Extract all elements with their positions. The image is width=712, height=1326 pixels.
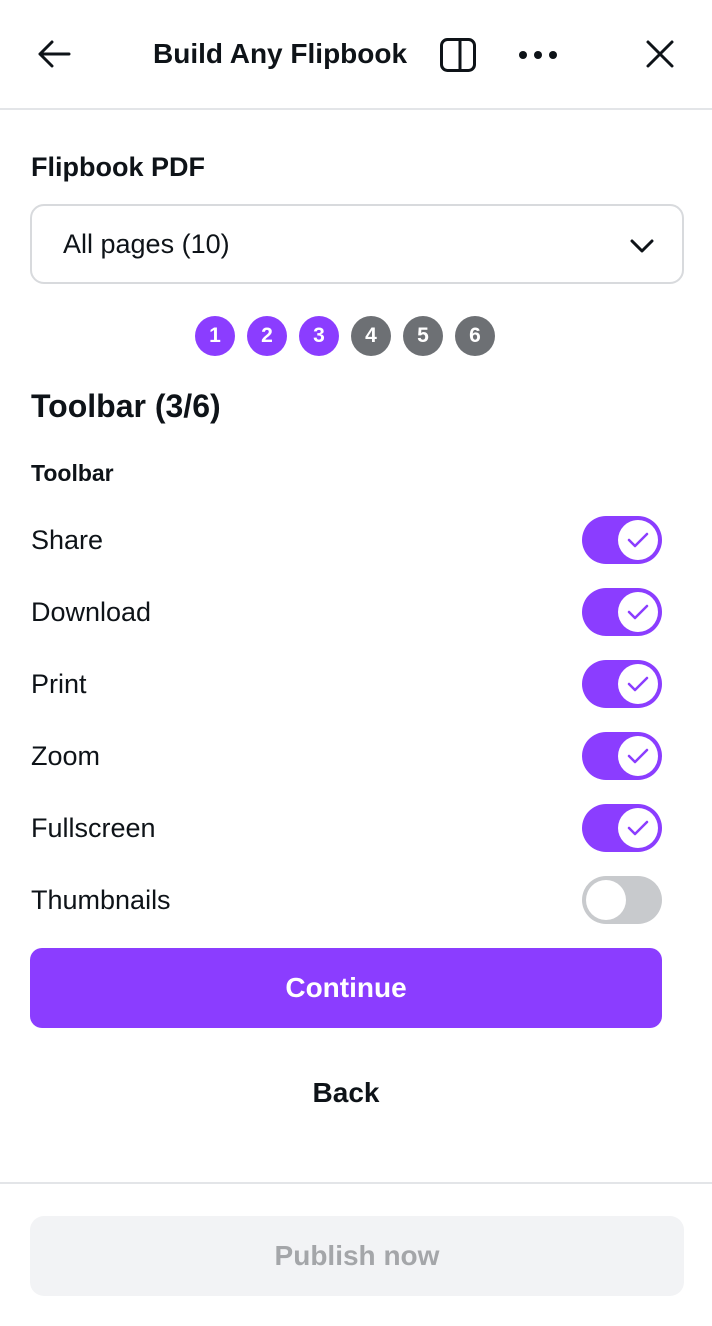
toggle-knob xyxy=(618,592,658,632)
arrow-left-icon xyxy=(38,40,71,68)
toggle-row-download: Download xyxy=(31,588,662,636)
toggle-label-fullscreen: Fullscreen xyxy=(31,813,156,843)
chevron-down-icon xyxy=(630,239,654,253)
toggle-row-print: Print xyxy=(31,660,662,708)
step-indicator: 1 2 3 4 5 6 xyxy=(195,316,495,356)
thumbnails-toggle[interactable] xyxy=(582,876,662,924)
print-toggle[interactable] xyxy=(582,660,662,708)
toggle-knob xyxy=(618,664,658,704)
toggle-label-zoom: Zoom xyxy=(31,741,101,771)
back-button[interactable]: Back xyxy=(30,1068,662,1118)
flipbook-pdf-label: Flipbook PDF xyxy=(31,152,205,182)
step-4: 4 xyxy=(351,316,391,356)
check-icon xyxy=(627,748,649,764)
header: Build Any Flipbook xyxy=(0,0,712,110)
more-icon xyxy=(519,51,557,59)
back-arrow-button[interactable] xyxy=(30,30,78,78)
toggle-label-share: Share xyxy=(31,525,104,555)
check-icon xyxy=(627,532,649,548)
step-1: 1 xyxy=(195,316,235,356)
side-panel-button[interactable] xyxy=(434,32,482,78)
page-range-select[interactable]: All pages (10) xyxy=(30,204,684,284)
toggle-label-thumbnails: Thumbnails xyxy=(31,885,171,915)
toggle-knob xyxy=(618,808,658,848)
step-2: 2 xyxy=(247,316,287,356)
toggle-row-share: Share xyxy=(31,516,662,564)
toggle-knob xyxy=(586,880,626,920)
toggle-knob xyxy=(618,736,658,776)
footer-divider xyxy=(0,1182,712,1184)
fullscreen-toggle[interactable] xyxy=(582,804,662,852)
toggle-label-print: Print xyxy=(31,669,87,699)
toggle-row-zoom: Zoom xyxy=(31,732,662,780)
more-options-button[interactable] xyxy=(514,32,562,78)
zoom-toggle[interactable] xyxy=(582,732,662,780)
toggle-knob xyxy=(618,520,658,560)
continue-button[interactable]: Continue xyxy=(30,948,662,1028)
toggle-row-thumbnails: Thumbnails xyxy=(31,876,662,924)
check-icon xyxy=(627,604,649,620)
toggle-label-download: Download xyxy=(31,597,152,627)
share-toggle[interactable] xyxy=(582,516,662,564)
toggle-row-fullscreen: Fullscreen xyxy=(31,804,662,852)
publish-now-button[interactable]: Publish now xyxy=(30,1216,684,1296)
panel-title: Build Any Flipbook xyxy=(153,38,408,69)
close-button[interactable] xyxy=(636,30,684,78)
close-icon xyxy=(646,40,674,68)
step-6: 6 xyxy=(455,316,495,356)
toolbar-heading: Toolbar xyxy=(31,460,114,486)
step-3: 3 xyxy=(299,316,339,356)
check-icon xyxy=(627,676,649,692)
side-panel-icon xyxy=(440,38,476,72)
step-5: 5 xyxy=(403,316,443,356)
check-icon xyxy=(627,820,649,836)
page-range-value: All pages (10) xyxy=(63,228,230,259)
step-title: Toolbar (3/6) xyxy=(31,388,221,424)
download-toggle[interactable] xyxy=(582,588,662,636)
